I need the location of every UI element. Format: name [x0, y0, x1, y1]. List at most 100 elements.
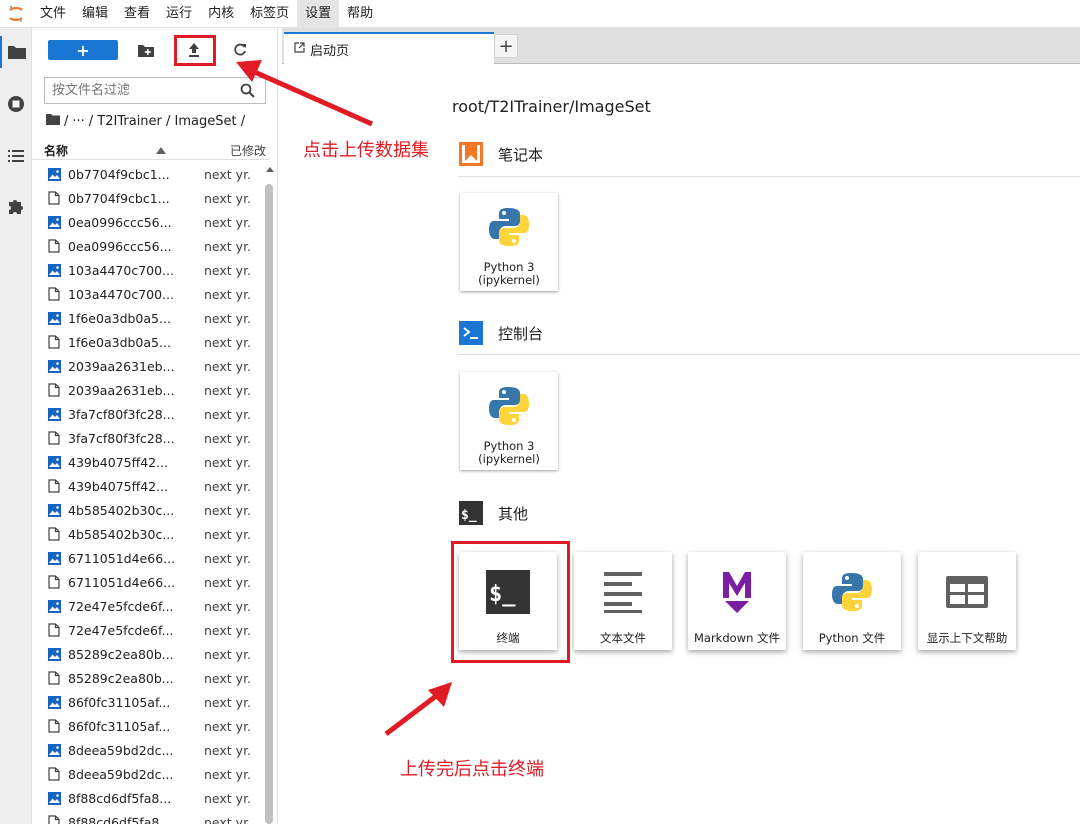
file-row[interactable]: 72e47e5fcde6f... next yr.	[32, 594, 264, 618]
menu-edit[interactable]: 编辑	[74, 0, 116, 28]
file-icon	[47, 191, 61, 205]
file-row[interactable]: 6711051d4e66... next yr.	[32, 570, 264, 594]
console-python3-card[interactable]: Python 3 (ipykernel)	[460, 372, 558, 470]
column-name[interactable]: 名称	[44, 142, 68, 159]
file-row[interactable]: 439b4075ff42... next yr.	[32, 474, 264, 498]
file-row[interactable]: 2039aa2631eb... next yr.	[32, 378, 264, 402]
file-icon	[47, 239, 61, 253]
file-modified: next yr.	[204, 310, 252, 326]
file-row[interactable]: 0b7704f9cbc1... next yr.	[32, 186, 264, 210]
image-file-icon	[47, 695, 61, 709]
file-row[interactable]: 3fa7cf80f3fc28... next yr.	[32, 402, 264, 426]
scrollbar-thumb[interactable]	[265, 184, 273, 824]
text-file-card[interactable]: 文本文件	[574, 552, 672, 650]
file-modified: next yr.	[204, 766, 252, 782]
section-other: $_ 其他	[458, 500, 528, 526]
markdown-file-card[interactable]: Markdown 文件	[688, 552, 786, 650]
file-row[interactable]: 3fa7cf80f3fc28... next yr.	[32, 426, 264, 450]
python-file-card[interactable]: Python 文件	[803, 552, 901, 650]
file-modified: next yr.	[204, 550, 252, 566]
image-file-icon	[47, 551, 61, 565]
image-file-icon	[47, 167, 61, 181]
file-name: 8deea59bd2dc...	[68, 766, 174, 782]
file-row[interactable]: 6711051d4e66... next yr.	[32, 546, 264, 570]
file-row[interactable]: 0b7704f9cbc1... next yr.	[32, 162, 264, 186]
file-row[interactable]: 103a4470c700... next yr.	[32, 258, 264, 282]
file-modified: next yr.	[204, 214, 252, 230]
file-icon	[47, 335, 61, 349]
file-name: 439b4075ff42...	[68, 478, 169, 494]
file-row[interactable]: 439b4075ff42... next yr.	[32, 450, 264, 474]
file-icon	[47, 719, 61, 733]
file-row[interactable]: 4b585402b30c... next yr.	[32, 498, 264, 522]
file-row[interactable]: 85289c2ea80b... next yr.	[32, 642, 264, 666]
notebook-python3-card[interactable]: Python 3 (ipykernel)	[460, 193, 558, 291]
file-row[interactable]: 4b585402b30c... next yr.	[32, 522, 264, 546]
section-notebook: 笔记本	[458, 141, 543, 167]
menu-run[interactable]: 运行	[158, 0, 200, 28]
file-name: 3fa7cf80f3fc28...	[68, 406, 175, 422]
new-folder-icon[interactable]	[134, 38, 158, 62]
file-modified: next yr.	[204, 574, 252, 590]
file-row[interactable]: 1f6e0a3db0a5... next yr.	[32, 306, 264, 330]
menu-bar: 文件 编辑 查看 运行 内核 标签页 设置 帮助	[0, 0, 1080, 28]
folder-icon[interactable]	[0, 36, 32, 68]
filter-box[interactable]	[44, 77, 266, 104]
menu-help[interactable]: 帮助	[339, 0, 381, 28]
file-name: 86f0fc31105af...	[68, 718, 171, 734]
tab-launcher[interactable]: 启动页	[284, 32, 494, 64]
file-modified: next yr.	[204, 262, 252, 278]
context-help-card[interactable]: 显示上下文帮助	[918, 552, 1016, 650]
file-row[interactable]: 8f88cd6df5fa8... next yr.	[32, 810, 264, 824]
file-name: 4b585402b30c...	[68, 502, 175, 518]
breadcrumb-home-icon[interactable]	[46, 113, 60, 129]
file-row[interactable]: 0ea0996ccc56... next yr.	[32, 234, 264, 258]
running-icon[interactable]	[0, 88, 32, 120]
add-tab-button[interactable]: +	[494, 34, 518, 58]
file-name: 103a4470c700...	[68, 262, 174, 278]
menu-tabs[interactable]: 标签页	[242, 0, 297, 28]
file-row[interactable]: 2039aa2631eb... next yr.	[32, 354, 264, 378]
python-logo-icon	[483, 201, 535, 253]
file-row[interactable]: 0ea0996ccc56... next yr.	[32, 210, 264, 234]
file-modified: next yr.	[204, 334, 252, 350]
file-browser-toolbar: +	[32, 28, 278, 72]
file-modified: next yr.	[204, 454, 252, 470]
file-row[interactable]: 8deea59bd2dc... next yr.	[32, 762, 264, 786]
file-row[interactable]: 86f0fc31105af... next yr.	[32, 714, 264, 738]
filter-input[interactable]	[52, 83, 232, 98]
menu-kernel[interactable]: 内核	[200, 0, 242, 28]
file-row[interactable]: 103a4470c700... next yr.	[32, 282, 264, 306]
extension-icon[interactable]	[0, 190, 32, 222]
new-launcher-button[interactable]: +	[48, 40, 118, 60]
breadcrumb-path[interactable]: / T2ITrainer / ImageSet /	[89, 114, 245, 129]
menu-view[interactable]: 查看	[116, 0, 158, 28]
file-row[interactable]: 72e47e5fcde6f... next yr.	[32, 618, 264, 642]
breadcrumb-ellipsis[interactable]: ···	[72, 114, 84, 129]
image-file-icon	[47, 215, 61, 229]
file-row[interactable]: 8deea59bd2dc... next yr.	[32, 738, 264, 762]
activity-bar	[0, 28, 32, 824]
column-modified[interactable]: 已修改	[230, 142, 266, 159]
sort-up-icon[interactable]	[156, 143, 166, 157]
file-row[interactable]: 85289c2ea80b... next yr.	[32, 666, 264, 690]
launcher-path: root/T2ITrainer/ImageSet	[452, 97, 651, 116]
refresh-icon[interactable]	[228, 38, 252, 62]
file-row[interactable]: 8f88cd6df5fa8... next yr.	[32, 786, 264, 810]
file-list-header: 名称 已修改	[32, 140, 270, 160]
toc-icon[interactable]	[0, 140, 32, 172]
breadcrumb: / ··· / T2ITrainer / ImageSet /	[46, 112, 249, 130]
file-name: 439b4075ff42...	[68, 454, 169, 470]
file-modified: next yr.	[204, 190, 252, 206]
file-modified: next yr.	[204, 598, 252, 614]
file-row[interactable]: 1f6e0a3db0a5... next yr.	[32, 330, 264, 354]
text-file-icon	[597, 566, 649, 618]
image-file-icon	[47, 599, 61, 613]
file-modified: next yr.	[204, 358, 252, 374]
file-row[interactable]: 86f0fc31105af... next yr.	[32, 690, 264, 714]
file-modified: next yr.	[204, 790, 252, 806]
file-modified: next yr.	[204, 814, 252, 824]
menu-settings[interactable]: 设置	[297, 0, 340, 28]
menu-file[interactable]: 文件	[32, 0, 74, 28]
file-browser: + / ··· / T2ITrainer / ImageSet / 名称 已修改	[32, 28, 278, 824]
